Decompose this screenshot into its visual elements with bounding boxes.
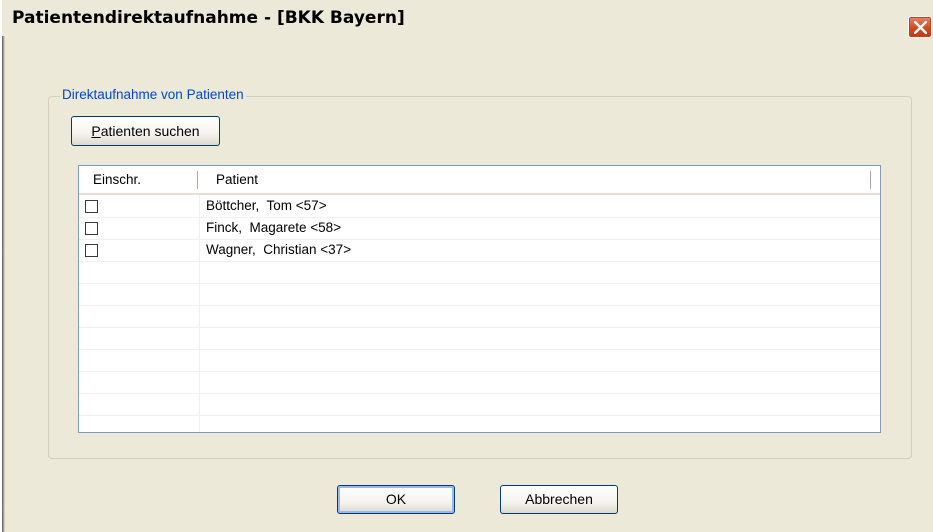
restriction-checkbox[interactable] bbox=[85, 244, 98, 257]
patient-name: Wagner, Christian <37> bbox=[206, 242, 352, 257]
patient-name: Böttcher, Tom <57> bbox=[206, 198, 327, 213]
empty-row bbox=[79, 306, 880, 328]
title-bar[interactable]: Patientendirektaufnahme - [BKK Bayern] bbox=[2, 0, 933, 38]
cancel-button[interactable]: Abbrechen bbox=[500, 485, 618, 514]
close-icon bbox=[914, 21, 927, 34]
group-label: Direktaufnahme von Patienten bbox=[60, 87, 246, 102]
search-button-mnemonic: P bbox=[91, 123, 101, 139]
list-header: Einschr. Patient bbox=[79, 166, 880, 195]
column-header-restriction[interactable]: Einschr. bbox=[93, 166, 141, 193]
search-patients-button[interactable]: Patienten suchen bbox=[71, 116, 220, 146]
restriction-checkbox[interactable] bbox=[85, 222, 98, 235]
window-left-edge bbox=[2, 0, 5, 532]
empty-row bbox=[79, 394, 880, 416]
empty-row bbox=[79, 262, 880, 284]
empty-row bbox=[79, 350, 880, 372]
empty-row bbox=[79, 372, 880, 394]
table-row[interactable]: Finck, Magarete <58> bbox=[79, 218, 880, 240]
table-row[interactable]: Böttcher, Tom <57> bbox=[79, 196, 880, 218]
search-button-label: atienten suchen bbox=[100, 123, 200, 139]
empty-row bbox=[79, 284, 880, 306]
ok-button[interactable]: OK bbox=[337, 485, 455, 514]
column-header-patient[interactable]: Patient bbox=[216, 166, 258, 193]
restriction-checkbox[interactable] bbox=[85, 200, 98, 213]
window-title: Patientendirektaufnahme - [BKK Bayern] bbox=[12, 8, 405, 28]
close-button[interactable] bbox=[908, 16, 932, 38]
column-divider-end-highlight bbox=[871, 171, 872, 189]
empty-row bbox=[79, 328, 880, 350]
dialog-window: Patientendirektaufnahme - [BKK Bayern] D… bbox=[0, 0, 933, 532]
column-divider-highlight bbox=[198, 171, 199, 189]
patient-list[interactable]: Einschr. Patient Böttcher, Tom <57> Finc… bbox=[78, 165, 881, 433]
patient-name: Finck, Magarete <58> bbox=[206, 220, 342, 235]
empty-row bbox=[79, 416, 880, 432]
table-row[interactable]: Wagner, Christian <37> bbox=[79, 240, 880, 262]
